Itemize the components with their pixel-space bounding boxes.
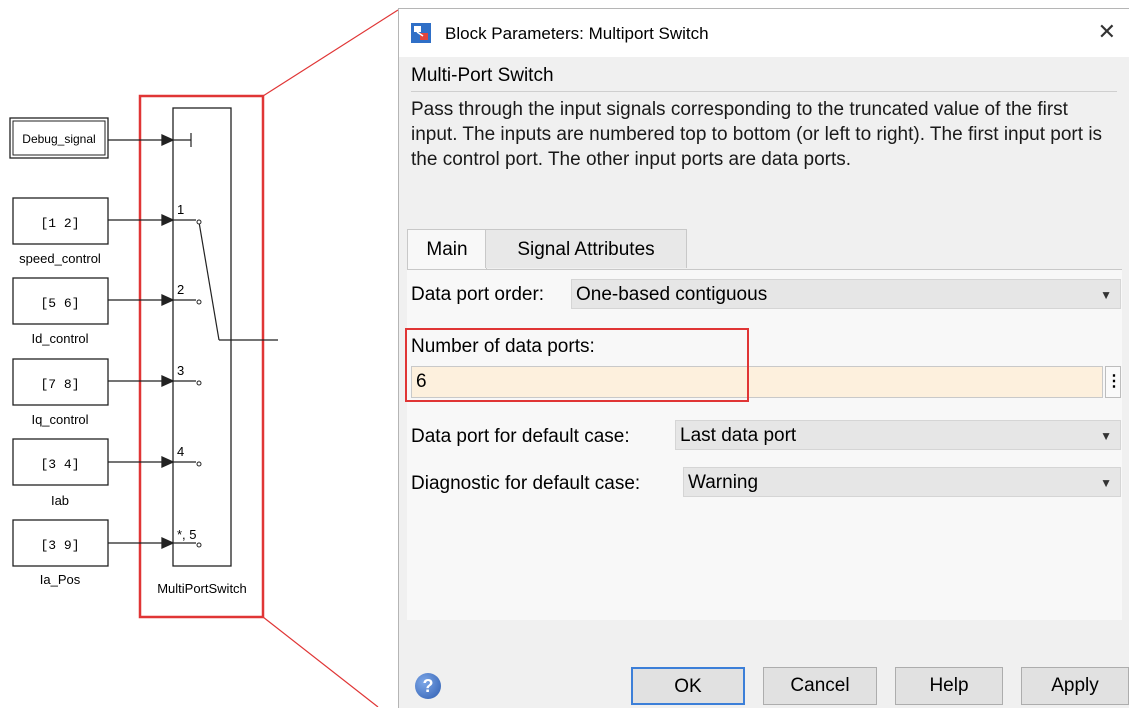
- input-label: Ia_Pos: [40, 572, 81, 587]
- tab-signal-attributes[interactable]: Signal Attributes: [485, 229, 687, 268]
- multiport-switch-block[interactable]: [172, 107, 232, 567]
- diagnostic-label: Diagnostic for default case:: [411, 473, 641, 494]
- input-label: Id_control: [31, 331, 88, 346]
- select-value: Warning: [688, 472, 759, 493]
- more-options-icon[interactable]: ⋮: [1105, 366, 1122, 398]
- tab-bar: Main Signal Attributes: [407, 229, 1122, 270]
- input-value: [7 8]: [40, 377, 79, 392]
- input-block-ia-pos[interactable]: [3 9]: [12, 519, 109, 567]
- input-block-iq[interactable]: [7 8]: [12, 358, 109, 406]
- apply-button[interactable]: Apply: [1021, 667, 1129, 705]
- select-value: Last data port: [680, 425, 797, 446]
- ok-button[interactable]: OK: [631, 667, 745, 705]
- help-icon[interactable]: ?: [415, 673, 441, 699]
- chevron-down-icon: ▼: [1100, 476, 1112, 490]
- default-case-port-select[interactable]: Last data port ▼: [675, 420, 1121, 450]
- port-label: 3: [177, 363, 184, 378]
- cancel-button[interactable]: Cancel: [763, 667, 877, 705]
- dialog-footer: ? OK Cancel Help Apply: [399, 629, 1129, 708]
- num-data-ports-input[interactable]: 6: [411, 366, 1103, 398]
- callout-line-bottom: [262, 616, 379, 707]
- callout-line-top: [262, 9, 399, 97]
- input-block-iab[interactable]: [3 4]: [12, 438, 109, 486]
- input-value: [3 9]: [40, 538, 79, 553]
- input-label: Iq_control: [31, 412, 88, 427]
- input-label: speed_control: [19, 251, 101, 266]
- block-type-heading: Multi-Port Switch: [411, 61, 1117, 92]
- title-bar[interactable]: Block Parameters: Multiport Switch ✕: [399, 9, 1129, 57]
- chevron-down-icon: ▼: [1100, 288, 1112, 302]
- tab-main[interactable]: Main: [407, 229, 487, 270]
- input-block-debug[interactable]: Debug_signal: [9, 117, 109, 159]
- chevron-down-icon: ▼: [1100, 429, 1112, 443]
- data-port-order-label: Data port order:: [411, 284, 545, 305]
- block-description: Pass through the input signals correspon…: [411, 99, 1103, 170]
- port-label: *, 5: [177, 527, 197, 542]
- input-value: [3 4]: [40, 457, 79, 472]
- input-block-speed[interactable]: [1 2]: [12, 197, 109, 245]
- input-block-id[interactable]: [5 6]: [12, 277, 109, 325]
- block-label: MultiPortSwitch: [157, 581, 247, 596]
- main-tab-panel: Data port order: One-based contiguous ▼ …: [405, 269, 1122, 620]
- input-value: [5 6]: [40, 296, 79, 311]
- help-button[interactable]: Help: [895, 667, 1003, 705]
- input-value: Debug_signal: [22, 132, 95, 146]
- simulink-block-icon: [411, 23, 431, 43]
- close-icon[interactable]: ✕: [1098, 19, 1116, 45]
- port-label: 4: [177, 444, 184, 459]
- data-port-order-select[interactable]: One-based contiguous ▼: [571, 279, 1121, 309]
- simulink-diagram: Debug_signal [1 2] speed_control [5 6] I…: [9, 9, 399, 707]
- dialog-title: Block Parameters: Multiport Switch: [445, 24, 709, 43]
- port-label: 2: [177, 282, 184, 297]
- input-value: [1 2]: [40, 216, 79, 231]
- default-case-port-label: Data port for default case:: [411, 426, 630, 447]
- port-label: 1: [177, 202, 184, 217]
- input-label: Iab: [51, 493, 69, 508]
- num-data-ports-label: Number of data ports:: [411, 336, 595, 357]
- block-parameters-dialog: Block Parameters: Multiport Switch ✕ Mul…: [398, 8, 1129, 708]
- select-value: One-based contiguous: [576, 284, 768, 305]
- diagnostic-select[interactable]: Warning ▼: [683, 467, 1121, 497]
